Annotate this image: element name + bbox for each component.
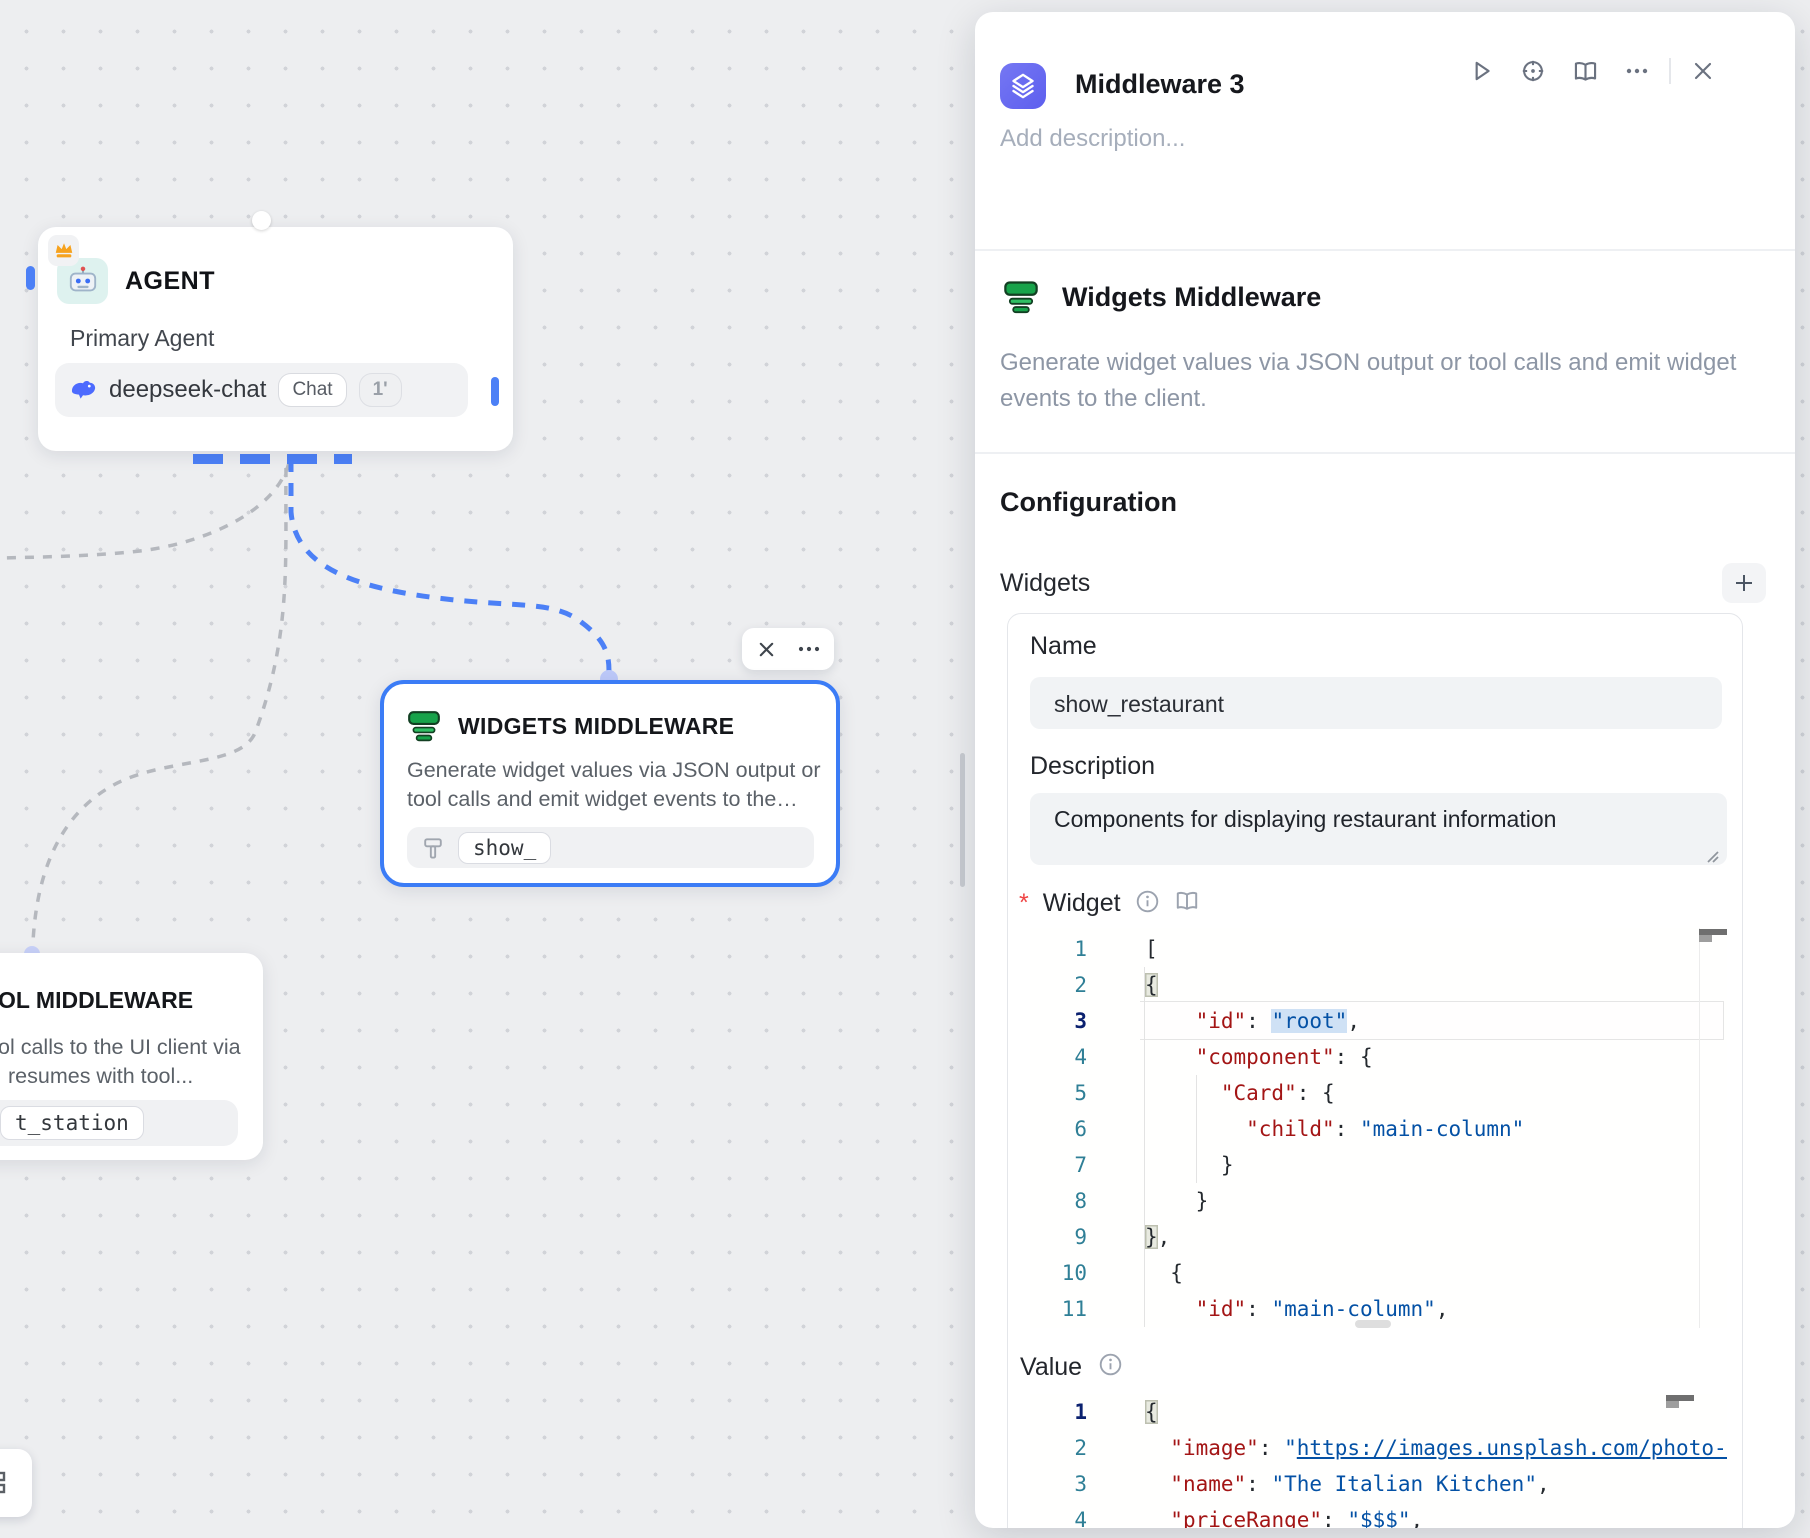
hammer-icon (420, 835, 446, 861)
editor-scrollbar-corner (1699, 935, 1712, 942)
edge-gray-left (0, 463, 289, 558)
close-panel-button[interactable] (1683, 51, 1723, 91)
model-name: deepseek-chat (109, 376, 266, 404)
code-line: 5 "Card": { (1030, 1075, 1727, 1111)
widgets-list-label: Widgets (1000, 569, 1090, 598)
widgets-icon (1002, 280, 1040, 314)
stack-icon (1009, 72, 1037, 100)
crown-badge (48, 235, 79, 266)
locate-button[interactable] (1513, 51, 1553, 91)
code-line: 4 "component": { (1030, 1039, 1727, 1075)
node-action-toolbar (742, 628, 834, 670)
agent-left-handle[interactable] (26, 266, 35, 290)
resize-handle-icon[interactable] (1702, 846, 1720, 864)
editor-scrollbar-track (1699, 928, 1700, 1328)
temperature-badge: 1' (359, 373, 402, 407)
close-icon (1691, 59, 1715, 83)
code-line: 8 } (1030, 1183, 1727, 1219)
docs-button[interactable] (1565, 51, 1605, 91)
widget-docs-button[interactable] (1174, 888, 1200, 919)
middleware-inspector-panel: Middleware 3 (975, 12, 1795, 1528)
code-line: 6 "child": "main-column" (1030, 1111, 1727, 1147)
description-placeholder[interactable]: Add description... (1000, 125, 1185, 153)
divider (975, 249, 1795, 251)
tool-tag: t_station (0, 1106, 144, 1140)
agent-node-title: AGENT (125, 267, 215, 296)
code-line: 4 "priceRange": "$$$", (1030, 1502, 1727, 1528)
widgets-node-description: Generate widget values via JSON output o… (407, 756, 821, 814)
code-line: 10 { (1030, 1255, 1727, 1291)
middleware-type-title: Widgets Middleware (1062, 282, 1321, 313)
run-button[interactable] (1461, 51, 1501, 91)
agent-node-name: Primary Agent (70, 325, 214, 352)
tool-node-title: OL MIDDLEWARE (0, 987, 193, 1014)
robot-icon (66, 266, 100, 296)
edge-blue-to-widgets (291, 459, 609, 671)
tool-node-tools[interactable]: t_station (0, 1100, 238, 1146)
panel-title: Middleware 3 (1075, 69, 1245, 100)
widgets-node-title: WIDGETS MIDDLEWARE (458, 713, 734, 740)
chat-badge: Chat (278, 373, 346, 407)
add-widget-button[interactable] (1722, 563, 1766, 603)
widget-info-button[interactable] (1135, 889, 1160, 919)
widgets-icon (406, 710, 442, 742)
list-icon (0, 1465, 28, 1505)
ellipsis-icon (1625, 67, 1649, 75)
agent-top-port[interactable] (252, 211, 271, 230)
code-line: 2{ (1030, 967, 1727, 1003)
play-icon (1468, 58, 1494, 84)
code-line: 9}, (1030, 1219, 1727, 1255)
widget-name-value: show_restaurant (1054, 691, 1224, 718)
value-field-label: Value (1020, 1353, 1082, 1382)
code-line: 7 } (1030, 1147, 1727, 1183)
ellipsis-icon (798, 645, 820, 653)
crown-icon (53, 240, 75, 262)
code-line: 1[ (1030, 931, 1727, 967)
close-icon (757, 640, 776, 659)
divider (975, 452, 1795, 454)
value-code-editor[interactable]: 1{2 "image": "https://images.unsplash.co… (1030, 1394, 1727, 1528)
name-label: Name (1030, 632, 1097, 661)
widget-code-editor[interactable]: 1[2{3 "id": "root",4 "component": {5 "Ca… (1030, 928, 1727, 1328)
crosshair-icon (1520, 58, 1546, 84)
plus-icon (1733, 572, 1755, 594)
configuration-heading: Configuration (1000, 487, 1177, 518)
widgets-node-tools[interactable]: show_ (407, 827, 814, 868)
canvas-corner-control[interactable] (0, 1449, 32, 1517)
widget-tag: show_ (458, 832, 551, 864)
info-icon (1135, 889, 1160, 914)
info-icon (1098, 1352, 1123, 1377)
code-line: 1{ (1030, 1394, 1727, 1430)
book-icon (1174, 888, 1200, 914)
agent-model-pill[interactable]: deepseek-chat Chat 1' (55, 363, 468, 417)
editor-hscrollbar[interactable] (1355, 1320, 1391, 1328)
code-line: 2 "image": "https://images.unsplash.com/… (1030, 1430, 1727, 1466)
node-more-button[interactable] (791, 631, 827, 667)
panel-scrollbar[interactable] (960, 753, 965, 887)
code-line: 3 "name": "The Italian Kitchen", (1030, 1466, 1727, 1502)
agent-node[interactable]: AGENT Primary Agent deepseek-chat Chat 1… (38, 227, 513, 451)
tool-middleware-node[interactable]: OL MIDDLEWARE ol calls to the UI client … (0, 953, 263, 1160)
middleware-avatar (1000, 63, 1046, 109)
code-line: 3 "id": "root", (1030, 1003, 1727, 1039)
tool-node-description: ol calls to the UI client via resumes wi… (0, 1033, 241, 1091)
panel-more-button[interactable] (1617, 51, 1657, 91)
widget-description-value: Components for displaying restaurant inf… (1054, 806, 1556, 833)
required-asterisk: * (1019, 889, 1029, 918)
description-label: Description (1030, 752, 1155, 781)
agent-right-handle[interactable] (491, 377, 499, 406)
deepseek-whale-icon (70, 379, 97, 401)
widget-field-label: Widget (1043, 889, 1121, 918)
delete-node-button[interactable] (749, 631, 785, 667)
widgets-middleware-node[interactable]: WIDGETS MIDDLEWARE Generate widget value… (380, 680, 840, 887)
header-divider (1669, 58, 1671, 84)
book-icon (1572, 58, 1599, 85)
value-info-button[interactable] (1098, 1352, 1123, 1382)
editor-scrollbar-corner (1666, 1401, 1679, 1408)
edge-gray-to-tool (33, 468, 286, 942)
middleware-type-description: Generate widget values via JSON output o… (1000, 345, 1770, 417)
